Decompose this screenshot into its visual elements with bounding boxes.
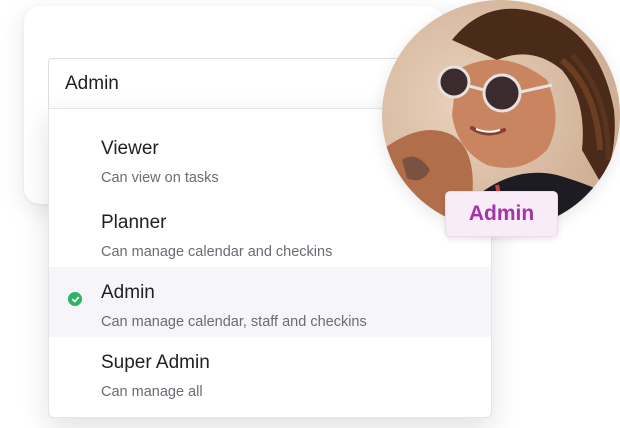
role-select-value: Admin xyxy=(65,72,119,94)
role-option-description: Can manage calendar, staff and checkins xyxy=(101,314,367,330)
role-option-title: Admin xyxy=(101,282,155,303)
check-circle-icon xyxy=(68,292,82,306)
role-option-description: Can manage calendar and checkins xyxy=(101,244,333,260)
role-option-super-admin[interactable]: Super Admin Can manage all xyxy=(49,337,491,407)
role-option-title: Super Admin xyxy=(101,352,210,373)
role-option-admin[interactable]: Admin Can manage calendar, staff and che… xyxy=(49,267,491,337)
role-option-title: Planner xyxy=(101,212,167,233)
role-option-planner[interactable]: Planner Can manage calendar and checkins xyxy=(49,197,491,267)
role-badge: Admin xyxy=(445,191,558,237)
role-option-description: Can manage all xyxy=(101,384,203,400)
